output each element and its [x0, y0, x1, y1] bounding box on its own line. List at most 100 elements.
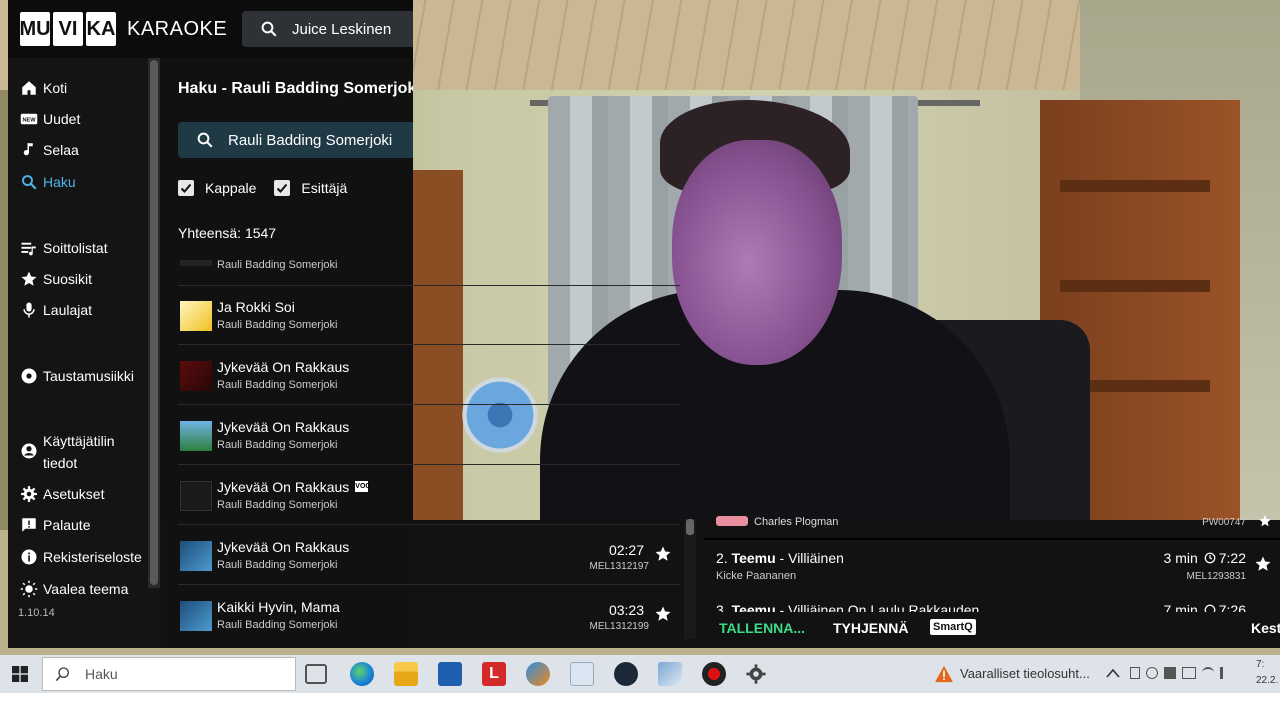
sidebar-item-label: Suosikit — [43, 271, 93, 287]
smartq-button[interactable]: SmartQ — [930, 619, 976, 635]
favorite-star-icon[interactable] — [654, 605, 672, 623]
queue-singer: Charles Plogman — [754, 516, 839, 528]
song-artist: Rauli Badding Somerjoki — [217, 619, 338, 631]
list-item[interactable]: Jykevää On Rakkaus Rauli Badding Somerjo… — [178, 407, 680, 465]
search-input[interactable]: Rauli Badding Somerjoki — [178, 122, 413, 158]
clock-date: 22.2. — [1256, 675, 1279, 686]
tray-icon[interactable] — [1130, 667, 1140, 679]
esittaja-checkbox[interactable] — [274, 180, 291, 196]
sidebar-item-suosikit[interactable]: Suosikit — [20, 268, 92, 290]
wifi-icon[interactable] — [1202, 667, 1214, 679]
sun-icon — [20, 580, 38, 598]
file-explorer-icon[interactable] — [394, 662, 418, 686]
info-icon — [21, 549, 37, 565]
kappale-checkbox[interactable] — [178, 180, 194, 196]
song-thumbnail — [180, 541, 212, 571]
queue-code: MEL1293831 — [1186, 571, 1247, 582]
notepad-icon[interactable] — [570, 662, 594, 686]
song-thumbnail — [180, 421, 212, 451]
queue-artist: Kicke Paananen — [716, 570, 797, 582]
new-badge-icon: NEW — [20, 113, 38, 125]
list-item[interactable]: Jykevää On Rakkaus Rauli Badding Somerjo… — [178, 527, 680, 585]
sidebar-item-label: Vaalea teema — [43, 581, 129, 597]
favorite-star-icon[interactable] — [654, 545, 672, 563]
sidebar-item-uudet[interactable]: NEW Uudet — [20, 108, 80, 130]
sidebar-item-label: Asetukset — [43, 486, 105, 502]
sidebar-item-selaa[interactable]: Selaa — [20, 139, 79, 161]
sidebar-item-koti[interactable]: Koti — [20, 77, 67, 99]
top-search-input[interactable]: Juice Leskinen — [242, 11, 413, 47]
queue-singer: Teemu — [731, 550, 776, 566]
queue-item[interactable]: Charles Plogman PW00747 — [704, 514, 1280, 538]
task-view-icon[interactable] — [305, 664, 327, 684]
app-mixed-icon[interactable] — [526, 662, 550, 686]
list-item[interactable]: Jykevää On Rakkaus VOC Rauli Badding Some… — [178, 467, 680, 525]
sidebar-item-vaalea-teema[interactable]: Vaalea teema — [20, 578, 128, 600]
sidebar-item-soittolistat[interactable]: Soittolistat — [20, 237, 108, 259]
logo-word: KARAOKE — [127, 17, 228, 40]
song-duration: 03:23 — [608, 602, 644, 618]
save-button[interactable]: TALLENNA... — [719, 620, 805, 636]
queue-song: - Villiäinen On Laulu Rakkauden — [775, 602, 980, 612]
taskbar-search[interactable]: Haku — [42, 657, 296, 691]
account-icon — [21, 443, 37, 459]
song-artist: Rauli Badding Somerjoki — [217, 379, 338, 391]
search-icon — [22, 175, 37, 190]
recorder-icon[interactable] — [702, 662, 726, 686]
list-item[interactable]: Rauli Badding Somerjoki — [178, 242, 680, 286]
gear-icon — [21, 486, 37, 502]
taskbar-clock[interactable]: 7: 22.2. — [1256, 657, 1278, 689]
feedback-icon — [22, 518, 36, 532]
muvika-logo[interactable]: MU VI KA KARAOKE — [19, 12, 228, 46]
sidebar-item-rekisteriseloste[interactable]: Rekisteriseloste — [20, 546, 142, 568]
tray-icon[interactable] — [1146, 667, 1158, 679]
queue-singer: Teemu — [731, 602, 776, 612]
favorite-star-icon[interactable] — [1258, 514, 1272, 528]
app-l-icon[interactable]: L — [482, 662, 506, 686]
song-duration: 02:27 — [608, 542, 644, 558]
warning-icon[interactable] — [934, 665, 954, 683]
duration-label: Kest — [1251, 620, 1280, 636]
song-thumbnail — [180, 301, 212, 331]
sidebar-item-label: Palaute — [43, 517, 91, 533]
microsoft-store-icon[interactable] — [438, 662, 462, 686]
edge-browser-icon[interactable] — [350, 662, 374, 686]
battery-icon[interactable] — [1164, 667, 1176, 679]
clock-icon — [1204, 604, 1216, 612]
sidebar-item-taustamusiikki[interactable]: Taustamusiikki — [20, 365, 134, 387]
sidebar-item-laulajat[interactable]: Laulajat — [20, 299, 92, 321]
search-icon — [55, 667, 69, 682]
favorite-star-icon[interactable] — [1254, 555, 1272, 573]
sidebar-item-haku[interactable]: Haku — [20, 171, 76, 193]
list-item[interactable]: Kaikki Hyvin, Mama Rauli Badding Somerjo… — [178, 587, 680, 645]
results-scrollbar[interactable] — [684, 519, 696, 639]
sidebar-item-label: Uudet — [43, 111, 81, 127]
clear-button[interactable]: TYHJENNÄ — [833, 620, 908, 636]
page-title: Haku - Rauli Badding Somerjoki — [178, 80, 413, 97]
sidebar-item-label: Rekisteriseloste — [43, 549, 142, 565]
microphone-icon — [23, 302, 35, 318]
paint-icon[interactable] — [658, 662, 682, 686]
song-artist: Rauli Badding Somerjoki — [217, 259, 338, 271]
queue-item[interactable]: 3. Teemu - Villiäinen On Laulu Rakkauden… — [704, 600, 1280, 612]
chevron-up-icon[interactable] — [1106, 668, 1120, 678]
display-icon[interactable] — [1182, 667, 1196, 679]
settings-gear-icon[interactable] — [745, 663, 767, 685]
sidebar-item-asetukset[interactable]: Asetukset — [20, 483, 104, 505]
song-code: MEL1312197 — [589, 561, 650, 572]
windows-start-icon[interactable] — [12, 666, 28, 682]
steam-icon[interactable] — [614, 662, 638, 686]
bottom-strip — [0, 693, 1280, 720]
search-input-value: Rauli Badding Somerjoki — [228, 131, 393, 149]
sidebar-scrollbar[interactable] — [148, 58, 160, 588]
weather-warning-text[interactable]: Vaaralliset tieolosuht... — [960, 666, 1090, 681]
search-icon — [197, 132, 213, 148]
star-icon — [21, 271, 37, 286]
list-item[interactable]: Ja Rokki Soi Rauli Badding Somerjoki — [178, 287, 680, 345]
app-version: 1.10.14 — [18, 607, 55, 617]
sidebar-item-kayttajatilin-tiedot[interactable]: Käyttäjätilin tiedot — [20, 430, 115, 474]
list-item[interactable]: Jykevää On Rakkaus Rauli Badding Somerjo… — [178, 347, 680, 405]
queue-item[interactable]: 2. Teemu - Villiäinen Kicke Paananen 3 m… — [704, 541, 1280, 589]
volume-icon[interactable] — [1220, 667, 1232, 679]
sidebar-item-palaute[interactable]: Palaute — [20, 514, 90, 536]
